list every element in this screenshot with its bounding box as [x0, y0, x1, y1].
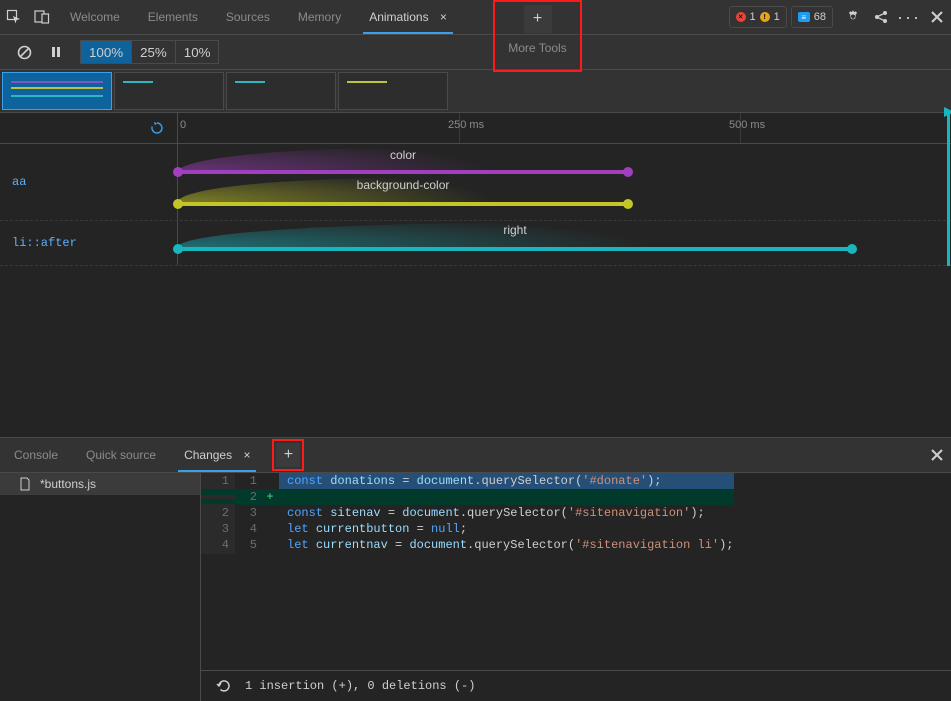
- file-name: *buttons.js: [40, 477, 96, 491]
- drawer-close-button[interactable]: [923, 441, 951, 469]
- close-icon: [930, 448, 944, 462]
- close-icon: [930, 10, 944, 24]
- settings-button[interactable]: [839, 3, 867, 31]
- animation-groups: [0, 70, 951, 113]
- tick-0: 0: [180, 119, 186, 131]
- bgcolor-label: background-color: [357, 178, 450, 192]
- warning-icon: !: [760, 12, 770, 22]
- tab-animations-close[interactable]: ×: [440, 10, 447, 24]
- tab-animations[interactable]: Animations ×: [355, 0, 461, 34]
- close-devtools-button[interactable]: [923, 3, 951, 31]
- code-lines: 11 const donations = document.querySelec…: [201, 473, 951, 670]
- color-label: color: [390, 148, 416, 162]
- revert-icon[interactable]: [215, 678, 231, 694]
- experiments-button[interactable]: [867, 3, 895, 31]
- tab-animations-label: Animations: [369, 10, 428, 24]
- bgcolor-start-knob[interactable]: [173, 199, 183, 209]
- row-label-aa[interactable]: aa: [0, 144, 178, 220]
- inspect-element-icon[interactable]: [0, 3, 28, 31]
- drawer-body: *buttons.js 11 const donations = documen…: [0, 473, 951, 701]
- message-icon: ≡: [798, 12, 810, 22]
- code-line-1[interactable]: 11 const donations = document.querySelec…: [201, 473, 734, 489]
- more-tabs-button[interactable]: +: [524, 5, 552, 33]
- errors-count: 1: [750, 11, 756, 23]
- more-menu-button[interactable]: ···: [895, 3, 923, 31]
- drawer-more-tabs-button[interactable]: +: [276, 443, 300, 467]
- warnings-count: 1: [774, 11, 780, 23]
- messages-count: 68: [814, 11, 826, 23]
- right-bar[interactable]: [178, 247, 852, 251]
- device-toolbar-icon[interactable]: [28, 3, 56, 31]
- animation-group-2[interactable]: [114, 72, 224, 110]
- color-bar[interactable]: [178, 170, 628, 174]
- speed-100-button[interactable]: 100%: [81, 41, 132, 63]
- clear-button[interactable]: [10, 38, 38, 66]
- messages-badge[interactable]: ≡ 68: [791, 6, 833, 28]
- speed-10-button[interactable]: 10%: [176, 41, 219, 63]
- file-item-buttons[interactable]: *buttons.js: [0, 473, 200, 495]
- code-line-3[interactable]: 23 const sitenav = document.querySelecto…: [201, 505, 734, 521]
- animation-group-3[interactable]: [226, 72, 336, 110]
- right-end-knob[interactable]: [847, 244, 857, 254]
- drawer-tab-bar: Console Quick source Changes × +: [0, 438, 951, 473]
- error-icon: ✕: [736, 12, 746, 22]
- replay-gutter: [0, 113, 178, 143]
- ruler-track[interactable]: 0 250 ms 500 ms: [178, 113, 951, 143]
- bgcolor-bar[interactable]: [178, 202, 628, 206]
- drawer-tab-changes[interactable]: Changes ×: [170, 438, 264, 472]
- drawer-more-tools-callout: +: [272, 439, 304, 471]
- pause-button[interactable]: [42, 38, 70, 66]
- gear-icon: [845, 9, 861, 25]
- row-track-aa[interactable]: color background-color: [178, 144, 951, 220]
- animations-controls: 100% 25% 10%: [0, 35, 951, 70]
- tick-500: 500 ms: [729, 119, 765, 131]
- share-icon: [873, 9, 889, 25]
- drawer: Console Quick source Changes × + *button…: [0, 437, 951, 701]
- timeline-row-aa: aa color background-color: [0, 144, 951, 221]
- speed-25-button[interactable]: 25%: [132, 41, 176, 63]
- code-line-4[interactable]: 34 let currentbutton = null;: [201, 521, 734, 537]
- drawer-tab-quicksource[interactable]: Quick source: [72, 438, 170, 472]
- tab-elements[interactable]: Elements: [134, 0, 212, 34]
- pause-icon: [50, 46, 62, 58]
- file-icon: [18, 477, 32, 491]
- changes-summary-bar: 1 insertion (+), 0 deletions (-): [201, 670, 951, 701]
- animation-group-1[interactable]: [2, 72, 112, 110]
- errors-badge[interactable]: ✕ 1 ! 1: [729, 6, 787, 28]
- drawer-tab-changes-label: Changes: [184, 448, 232, 462]
- row-track-after[interactable]: right: [178, 221, 951, 265]
- drawer-tab-changes-close[interactable]: ×: [243, 448, 250, 462]
- changes-file-tree: *buttons.js: [0, 473, 201, 701]
- playhead-icon: [944, 107, 951, 117]
- tab-sources[interactable]: Sources: [212, 0, 284, 34]
- drawer-tab-console[interactable]: Console: [0, 438, 72, 472]
- tab-welcome[interactable]: Welcome: [56, 0, 134, 34]
- inspect-icon: [6, 9, 22, 25]
- issue-badges: ✕ 1 ! 1 ≡ 68: [723, 6, 840, 28]
- right-label: right: [503, 223, 526, 237]
- row-label-after[interactable]: li::after: [0, 221, 178, 265]
- devices-icon: [34, 9, 50, 25]
- playback-speed-group: 100% 25% 10%: [80, 40, 219, 64]
- timeline-ruler: 0 250 ms 500 ms: [0, 113, 951, 144]
- diff-viewer: 11 const donations = document.querySelec…: [201, 473, 951, 701]
- playhead-marker[interactable]: [947, 113, 950, 266]
- changes-summary-text: 1 insertion (+), 0 deletions (-): [245, 679, 475, 693]
- right-start-knob[interactable]: [173, 244, 183, 254]
- prohibit-icon: [17, 45, 32, 60]
- color-end-knob[interactable]: [623, 167, 633, 177]
- animation-group-4[interactable]: [338, 72, 448, 110]
- tick-250: 250 ms: [448, 119, 484, 131]
- timeline-row-after: li::after right: [0, 221, 951, 266]
- color-start-knob[interactable]: [173, 167, 183, 177]
- tab-memory[interactable]: Memory: [284, 0, 355, 34]
- bgcolor-end-knob[interactable]: [623, 199, 633, 209]
- replay-icon[interactable]: [149, 120, 165, 136]
- code-line-2[interactable]: 2+: [201, 489, 734, 505]
- devtools-tab-bar: Welcome Elements Sources Memory Animatio…: [0, 0, 951, 35]
- code-line-5[interactable]: 45 let currentnav = document.querySelect…: [201, 537, 734, 553]
